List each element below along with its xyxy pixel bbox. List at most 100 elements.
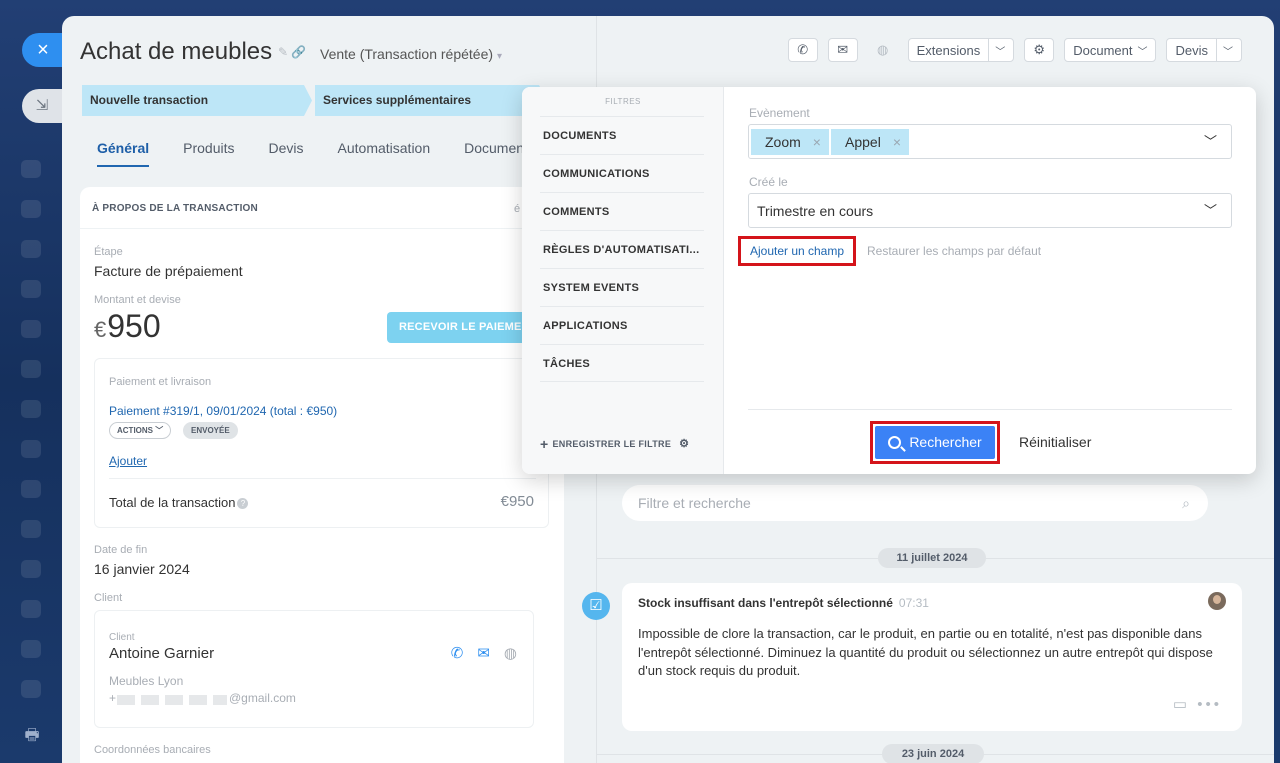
tab-automatisation[interactable]: Automatisation xyxy=(338,140,431,167)
filter-title: FILTRES xyxy=(605,97,641,106)
mail-icon[interactable]: ✉ xyxy=(477,644,490,662)
avatar xyxy=(1208,592,1226,610)
payment-link[interactable]: Paiement #319/1, 09/01/2024 (total : €95… xyxy=(109,404,337,418)
timeline-item-title: Stock insuffisant dans l'entrepôt sélect… xyxy=(638,596,929,610)
help-icon[interactable]: ? xyxy=(237,498,249,509)
close-icon: × xyxy=(37,39,49,61)
stage-value[interactable]: Facture de prépaiement xyxy=(94,263,243,279)
add-payment-link[interactable]: Ajouter xyxy=(109,454,147,468)
reset-button[interactable]: Réinitialiser xyxy=(1019,434,1091,450)
remove-tag-icon[interactable]: × xyxy=(813,134,829,150)
event-field[interactable]: Zoom × Appel × ﹀ xyxy=(748,124,1232,159)
actions-pill[interactable]: ACTIONS ﹀ xyxy=(109,422,172,439)
filter-preset-communications[interactable]: COMMUNICATIONS xyxy=(540,154,704,192)
search-icon: ⌕ xyxy=(1182,495,1190,511)
mail-icon: ✉ xyxy=(837,42,849,57)
timeline-item-body: Impossible de clore la transaction, car … xyxy=(638,626,1213,678)
chevron-down-icon: ▾ xyxy=(497,51,503,62)
total-value: €950 xyxy=(500,493,534,510)
sidebar-ghost-icon xyxy=(21,160,41,178)
chat-icon: ◍ xyxy=(876,42,889,57)
chat-icon[interactable]: ◍ xyxy=(504,644,517,662)
event-tag-zoom: Zoom × xyxy=(751,129,829,155)
gear-icon[interactable]: ⚙ xyxy=(679,438,689,450)
tab-devis[interactable]: Devis xyxy=(269,140,304,167)
sidebar-ghost-icon xyxy=(21,600,41,618)
timeline-search-input[interactable]: Filtre et recherche ⌕ xyxy=(622,485,1208,521)
filter-preset-list: FILTRES DOCUMENTS COMMUNICATIONS COMMENT… xyxy=(522,87,724,474)
top-toolbar: ✆ ✉ ◍ Extensions ﹀ ⚙ Document ﹀ Devis ﹀ xyxy=(787,38,1242,62)
title-edit-icons[interactable]: ✎ 🔗 xyxy=(278,45,306,59)
document-button[interactable]: Document ﹀ xyxy=(1064,38,1157,62)
client-phone-blurred xyxy=(117,695,227,705)
event-label: Evènement xyxy=(749,106,810,120)
task-check-icon: ☑ xyxy=(582,592,610,620)
filter-popup: FILTRES DOCUMENTS COMMUNICATIONS COMMENT… xyxy=(522,87,1256,474)
sidebar-ghost-icon xyxy=(21,240,41,258)
search-button[interactable]: Rechercher xyxy=(875,426,995,459)
filter-preset-comments[interactable]: COMMENTS xyxy=(540,192,704,230)
filter-preset-tasks[interactable]: TÂCHES xyxy=(540,344,704,382)
plus-icon: + xyxy=(540,436,549,452)
client-section-label: Client xyxy=(94,592,123,604)
sidebar-ghost-icon xyxy=(21,520,41,538)
note-icon[interactable]: ▭ xyxy=(1173,696,1190,713)
sidebar-ghost-icon xyxy=(21,680,41,698)
end-date-label: Date de fin xyxy=(94,544,148,556)
client-company: Meubles Lyon xyxy=(109,674,184,688)
created-field[interactable]: Trimestre en cours ﹀ xyxy=(748,193,1232,228)
sidebar-ghost-icon xyxy=(21,640,41,658)
phone-icon[interactable]: ✆ xyxy=(451,644,464,662)
event-tag-appel: Appel × xyxy=(831,129,909,155)
client-email[interactable]: @gmail.com xyxy=(229,691,296,705)
restore-default-fields-link[interactable]: Restaurer les champs par défaut xyxy=(867,244,1041,258)
extensions-button[interactable]: Extensions ﹀ xyxy=(907,38,1015,62)
chat-button[interactable]: ◍ xyxy=(867,38,898,62)
filter-preset-automation-rules[interactable]: RÈGLES D'AUTOMATISATI... xyxy=(540,230,704,268)
timeline-item: Stock insuffisant dans l'entrepôt sélect… xyxy=(622,583,1242,731)
category-selector[interactable]: Vente (Transaction répétée) ▾ xyxy=(320,46,502,62)
link-icon[interactable]: 🔗 xyxy=(291,45,306,59)
devis-button[interactable]: Devis ﹀ xyxy=(1166,38,1242,62)
chevron-down-icon: ﹀ xyxy=(155,426,164,435)
chevron-down-icon[interactable]: ﹀ xyxy=(1204,125,1217,158)
print-icon[interactable]: 🖶 xyxy=(22,724,42,744)
client-label: Client xyxy=(109,632,135,643)
created-label: Créé le xyxy=(749,175,788,189)
chevron-down-icon[interactable]: ﹀ xyxy=(988,39,1005,61)
client-name[interactable]: Antoine Garnier xyxy=(109,645,214,662)
pencil-icon[interactable]: ✎ xyxy=(278,45,288,59)
divider xyxy=(80,228,564,229)
add-field-link[interactable]: Ajouter un champ xyxy=(738,236,856,266)
filter-presets: DOCUMENTS COMMUNICATIONS COMMENTS RÈGLES… xyxy=(540,116,704,382)
chevron-down-icon[interactable]: ﹀ xyxy=(1216,39,1233,61)
section-header-action[interactable]: é xyxy=(514,203,520,215)
sidebar-ghost-icon xyxy=(21,200,41,218)
minimize-slider-button[interactable]: ⇲ xyxy=(22,89,62,123)
filter-preset-system-events[interactable]: SYSTEM EVENTS xyxy=(540,268,704,306)
save-filter-button[interactable]: + ENREGISTRER LE FILTRE ⚙ xyxy=(540,436,689,452)
settings-button[interactable]: ⚙ xyxy=(1024,38,1055,62)
filter-preset-documents[interactable]: DOCUMENTS xyxy=(540,116,704,154)
chevron-down-icon: ﹀ xyxy=(1137,46,1148,58)
client-contact-icons: ✆ ✉ ◍ xyxy=(451,644,517,662)
divider xyxy=(109,478,536,479)
client-box: Client Antoine Garnier ✆ ✉ ◍ Meubles Lyo… xyxy=(94,610,534,728)
end-date-value[interactable]: 16 janvier 2024 xyxy=(94,561,190,577)
filter-preset-applications[interactable]: APPLICATIONS xyxy=(540,306,704,344)
more-icon[interactable]: ••• xyxy=(1197,696,1222,713)
amount-value[interactable]: €950 xyxy=(94,308,161,345)
remove-tag-icon[interactable]: × xyxy=(893,134,909,150)
close-slider-button[interactable]: × xyxy=(22,33,62,67)
amount-label: Montant et devise xyxy=(94,294,181,306)
tab-produits[interactable]: Produits xyxy=(183,140,234,167)
status-badge: ENVOYÉE xyxy=(183,422,238,439)
chevron-down-icon: ﹀ xyxy=(1203,203,1217,218)
search-button-highlight: Rechercher xyxy=(870,421,1000,464)
gear-icon: ⚙ xyxy=(1033,42,1046,57)
call-button[interactable]: ✆ xyxy=(787,38,818,62)
stage-services[interactable]: Services supplémentaires xyxy=(315,85,547,116)
stage-nouvelle[interactable]: Nouvelle transaction xyxy=(82,85,312,116)
tab-general[interactable]: Général xyxy=(97,140,150,167)
email-button[interactable]: ✉ xyxy=(827,38,858,62)
